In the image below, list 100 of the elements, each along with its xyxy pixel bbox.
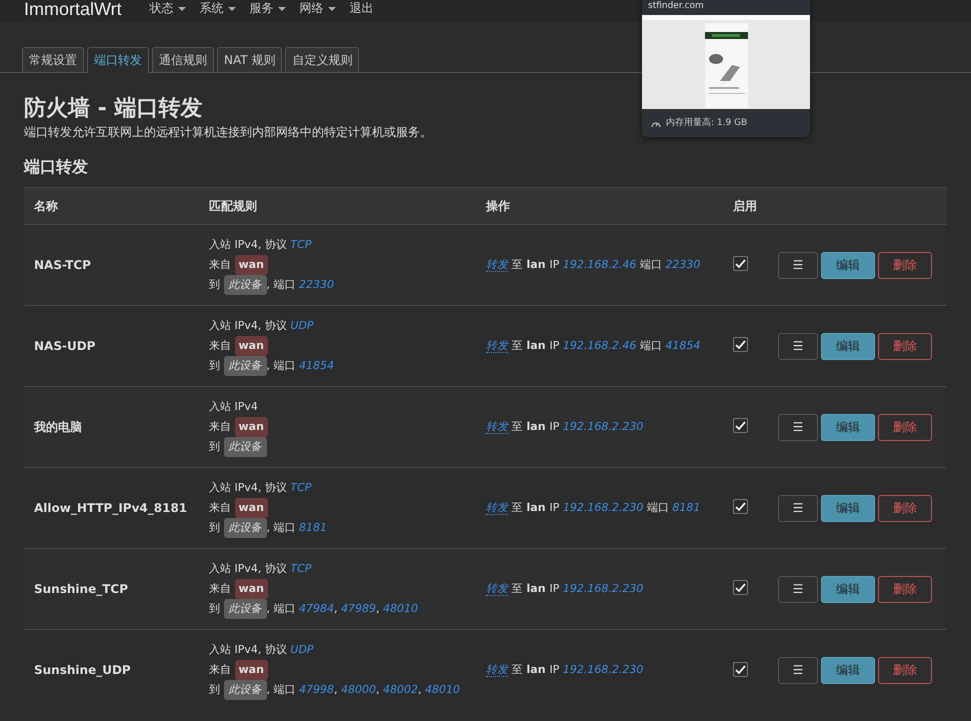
zone-label: lan [526, 501, 546, 514]
action-link[interactable]: 转发 [486, 420, 508, 434]
action-text: IP [550, 582, 560, 595]
match-text: 到 [209, 602, 220, 615]
port-link[interactable]: 47984 [299, 602, 334, 615]
match-text: 入站 IPv4, 协议 [209, 481, 287, 494]
nav-menu[interactable]: 系统 [200, 0, 236, 16]
tab[interactable]: 端口转发 [87, 47, 149, 73]
menu-button[interactable]: ☰ [778, 494, 818, 522]
enable-checkbox[interactable] [733, 418, 748, 434]
zone-tag: wan [234, 498, 268, 518]
menu-button[interactable]: ☰ [778, 252, 818, 278]
match-text: , 端口 [266, 602, 296, 615]
action-text: IP [550, 501, 560, 514]
port-link[interactable]: 48000 [341, 683, 376, 696]
device-tag: 此设备 [224, 356, 266, 376]
device-tag: 此设备 [224, 680, 266, 700]
separator-text: , [376, 683, 380, 696]
zone-tag: wan [234, 336, 268, 356]
match-text: , 端口 [266, 278, 296, 291]
enable-checkbox[interactable] [733, 499, 748, 514]
edit-button[interactable]: 编辑 [821, 494, 875, 522]
rule-name: NAS-UDP [34, 338, 96, 353]
delete-button[interactable]: 删除 [878, 656, 932, 684]
match-text: 入站 IPv4, 协议 [209, 562, 287, 575]
match-text: 来自 [209, 501, 231, 514]
zone-label: lan [526, 339, 546, 352]
separator-text: , [376, 602, 380, 615]
nav-menu[interactable]: 服务 [250, 0, 286, 16]
port-link[interactable]: 41854 [299, 359, 334, 372]
match-text: 来自 [209, 582, 231, 595]
delete-button[interactable]: 删除 [878, 414, 932, 440]
caret-icon [328, 6, 336, 11]
protocol-link[interactable]: TCP [290, 238, 312, 251]
action-link[interactable]: 转发 [486, 582, 508, 596]
match-text: 来自 [209, 258, 231, 271]
tab[interactable]: 常规设置 [22, 47, 84, 72]
column-header: 操作 [486, 199, 510, 213]
ip-link[interactable]: 192.168.2.230 [562, 663, 644, 676]
port-link[interactable]: 48002 [383, 683, 418, 696]
menu-button[interactable]: ☰ [778, 332, 818, 360]
enable-checkbox[interactable] [733, 580, 748, 596]
port-link[interactable]: 47998 [299, 683, 334, 696]
match-text: 入站 IPv4, 协议 [209, 319, 287, 332]
port-link[interactable]: 8181 [672, 501, 700, 514]
match-text: , 端口 [266, 521, 296, 534]
enable-checkbox[interactable] [733, 256, 748, 272]
caret-icon [178, 6, 186, 11]
port-link[interactable]: 47989 [341, 602, 376, 615]
edit-button[interactable]: 编辑 [821, 332, 875, 360]
enable-checkbox[interactable] [733, 662, 748, 676]
ip-link[interactable]: 192.168.2.46 [562, 339, 636, 352]
brand-logo[interactable]: ImmortalWrt [24, 0, 122, 18]
ip-link[interactable]: 192.168.2.230 [562, 420, 644, 433]
action-link[interactable]: 转发 [486, 663, 508, 678]
action-link[interactable]: 转发 [486, 258, 508, 272]
port-link[interactable]: 22330 [299, 278, 334, 291]
caret-icon [278, 6, 286, 11]
delete-button[interactable]: 删除 [878, 576, 932, 602]
tab[interactable]: NAT 规则 [217, 47, 282, 72]
delete-button[interactable]: 删除 [878, 494, 932, 522]
action-link[interactable]: 转发 [486, 501, 508, 515]
delete-button[interactable]: 删除 [878, 252, 932, 278]
action-text: 至 [512, 258, 522, 271]
tab[interactable]: 通信规则 [152, 47, 214, 72]
match-text: 入站 IPv4, 协议 [209, 643, 287, 656]
protocol-link[interactable]: UDP [290, 643, 314, 656]
match-text: 入站 IPv4 [209, 400, 258, 413]
protocol-link[interactable]: UDP [290, 319, 314, 332]
port-link[interactable]: 8181 [299, 521, 327, 534]
port-link[interactable]: 41854 [665, 339, 700, 352]
enable-checkbox[interactable] [733, 337, 748, 352]
tab[interactable]: 自定义规则 [285, 47, 360, 72]
menu-button[interactable]: ☰ [778, 414, 818, 440]
nav-menu[interactable]: 网络 [300, 0, 336, 16]
column-header: 启用 [733, 199, 757, 213]
device-tag: 此设备 [224, 275, 266, 295]
action-link[interactable]: 转发 [486, 339, 508, 353]
site-title: stfinder.com [647, 0, 704, 13]
menu-button[interactable]: ☰ [778, 656, 818, 684]
protocol-link[interactable]: TCP [290, 562, 312, 575]
edit-button[interactable]: 编辑 [821, 414, 875, 440]
ip-link[interactable]: 192.168.2.230 [562, 582, 644, 595]
port-link[interactable]: 22330 [665, 258, 700, 271]
edit-button[interactable]: 编辑 [821, 656, 875, 684]
port-link[interactable]: 48010 [425, 683, 460, 696]
ip-link[interactable]: 192.168.2.230 [562, 501, 644, 514]
nav-menu[interactable]: 退出 [350, 0, 374, 16]
protocol-link[interactable]: TCP [290, 481, 312, 494]
port-link[interactable]: 48010 [383, 602, 418, 615]
ip-link[interactable]: 192.168.2.46 [562, 258, 636, 271]
delete-button[interactable]: 删除 [878, 332, 932, 360]
edit-button[interactable]: 编辑 [821, 576, 875, 602]
caret-icon [228, 6, 236, 11]
match-text: , 端口 [266, 683, 296, 696]
edit-button[interactable]: 编辑 [821, 252, 875, 278]
action-text: 至 [512, 582, 522, 595]
device-tag: 此设备 [224, 437, 266, 457]
menu-button[interactable]: ☰ [778, 576, 818, 602]
nav-menu[interactable]: 状态 [150, 0, 186, 16]
